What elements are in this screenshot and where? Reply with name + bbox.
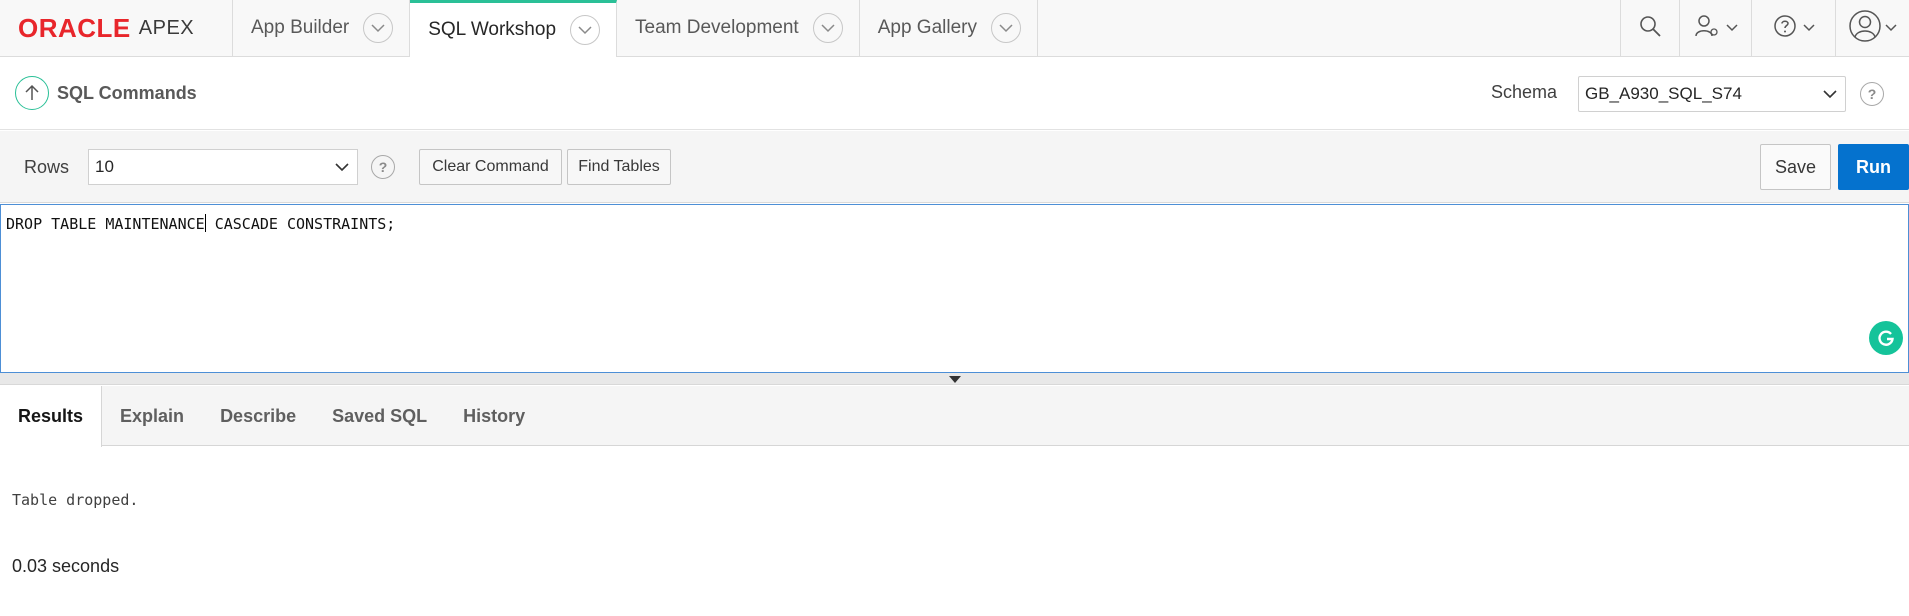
administration-menu-button[interactable]: [1679, 0, 1751, 56]
rows-label: Rows: [24, 157, 70, 177]
schema-label: Schema: [1491, 82, 1558, 102]
search-button[interactable]: [1620, 0, 1679, 56]
oracle-apex-logo[interactable]: ORACLE APEX: [0, 0, 233, 56]
page-title-bar: SQL Commands Schema GB_A930_SQL_S74 ?: [0, 57, 1909, 130]
caret-down-icon: [948, 370, 961, 388]
chevron-down-icon[interactable]: [363, 13, 394, 43]
sql-command-text: DROP TABLE MAINTENANCE CASCADE CONSTRAIN…: [6, 214, 395, 233]
search-icon: [1638, 14, 1662, 43]
chevron-down-icon: [1815, 89, 1845, 99]
chevron-down-icon: [1725, 19, 1738, 37]
account-menu-button[interactable]: [1835, 0, 1909, 56]
save-button[interactable]: Save: [1760, 144, 1831, 190]
help-icon: [1773, 14, 1797, 43]
schema-select-value: GB_A930_SQL_S74: [1585, 84, 1742, 103]
top-navigation-bar: ORACLE APEX App Builder SQL Workshop Tea…: [0, 0, 1909, 57]
help-menu-button[interactable]: [1751, 0, 1835, 56]
user-admin-icon: [1694, 14, 1722, 43]
sql-text-before-caret: DROP TABLE MAINTENANCE: [6, 215, 205, 233]
nav-tab-label: App Builder: [251, 17, 350, 38]
tab-results[interactable]: Results: [0, 386, 103, 447]
result-message: Table dropped.: [12, 491, 139, 509]
sql-command-editor[interactable]: DROP TABLE MAINTENANCE CASCADE CONSTRAIN…: [0, 204, 1909, 373]
nav-tab-app-builder[interactable]: App Builder: [233, 0, 411, 56]
tab-explain[interactable]: Explain: [102, 386, 202, 446]
chevron-down-icon: [327, 162, 357, 172]
logo-oracle-text: ORACLE: [18, 12, 131, 43]
clear-command-button[interactable]: Clear Command: [419, 149, 562, 185]
chevron-down-icon[interactable]: [991, 13, 1021, 43]
nav-tab-sql-workshop[interactable]: SQL Workshop: [410, 0, 618, 57]
tab-describe[interactable]: Describe: [202, 386, 314, 446]
find-tables-button[interactable]: Find Tables: [567, 149, 671, 185]
grammarly-icon[interactable]: [1869, 321, 1903, 355]
chevron-down-icon[interactable]: [570, 15, 601, 45]
rows-select-value: 10: [95, 157, 114, 176]
tab-history[interactable]: History: [445, 386, 543, 446]
nav-tab-label: Team Development: [635, 17, 799, 38]
tab-saved-sql[interactable]: Saved SQL: [314, 386, 445, 446]
nav-tab-app-gallery[interactable]: App Gallery: [860, 0, 1038, 56]
schema-help-icon[interactable]: ?: [1860, 82, 1884, 106]
sql-text-after-caret: CASCADE CONSTRAINTS;: [205, 215, 396, 233]
chevron-down-icon: [1885, 19, 1897, 37]
rows-help-icon[interactable]: ?: [371, 155, 395, 179]
nav-tab-label: SQL Workshop: [428, 19, 557, 40]
run-button[interactable]: Run: [1838, 144, 1909, 190]
nav-tab-label: App Gallery: [877, 17, 977, 38]
logo-apex-text: APEX: [138, 16, 195, 39]
command-toolbar: Rows 10 ? Clear Command Find Tables Save…: [0, 131, 1909, 203]
results-tab-bar: Results Explain Describe Saved SQL Histo…: [0, 386, 1909, 447]
execution-time: 0.03 seconds: [12, 556, 120, 576]
account-icon: [1848, 9, 1882, 48]
schema-select[interactable]: GB_A930_SQL_S74: [1578, 76, 1846, 112]
arrow-up-icon: [15, 76, 49, 110]
chevron-down-icon: [1802, 19, 1815, 37]
nav-tab-team-development[interactable]: Team Development: [617, 0, 860, 56]
editor-resize-handle[interactable]: [0, 373, 1909, 385]
chevron-down-icon[interactable]: [812, 13, 843, 43]
rows-select[interactable]: 10: [88, 149, 358, 185]
page-title: SQL Commands: [57, 82, 197, 103]
